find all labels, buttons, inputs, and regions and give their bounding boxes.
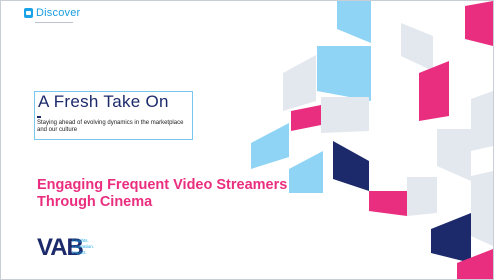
shape-grey-mid bbox=[283, 55, 316, 111]
shape-grey-bottom-mid bbox=[407, 177, 437, 216]
shape-grey-center bbox=[321, 97, 369, 133]
discover-icon bbox=[24, 8, 33, 18]
shape-navy-bottom bbox=[431, 213, 471, 263]
tagline-line-3: Impact. bbox=[72, 250, 87, 255]
shape-lightblue-center bbox=[251, 123, 289, 169]
shape-grey-lower-right bbox=[437, 129, 471, 181]
shape-navy-center bbox=[333, 141, 369, 191]
shape-grey-top-right bbox=[401, 23, 433, 71]
discover-underline bbox=[35, 22, 73, 23]
shape-grey-right-mid bbox=[471, 91, 493, 151]
fresh-take-title: A Fresh Take On bbox=[38, 92, 169, 111]
shape-lightblue-top bbox=[337, 1, 371, 43]
vab-tagline: Insights. Inspiration. Impact. bbox=[72, 238, 94, 256]
shape-lightblue-mid bbox=[317, 46, 371, 101]
shape-grey-bottom-right bbox=[471, 171, 493, 246]
fresh-take-subtitle: Staying ahead of evolving dynamics in th… bbox=[37, 120, 184, 133]
discover-text: Discover bbox=[36, 7, 81, 19]
slide: Discover A Fresh Take On Staying ahead o… bbox=[0, 0, 494, 280]
title-box: A Fresh Take On Staying ahead of evolvin… bbox=[34, 91, 193, 140]
shape-lightblue-lower bbox=[289, 151, 323, 193]
title-cursor bbox=[37, 116, 41, 118]
discover-label: Discover bbox=[24, 7, 80, 19]
shape-pink-lower bbox=[369, 191, 407, 216]
shape-pink-small bbox=[291, 105, 321, 131]
shape-pink-top-right bbox=[465, 1, 493, 46]
shape-pink-mid bbox=[419, 61, 449, 121]
headline: Engaging Frequent Video Streamers Throug… bbox=[37, 177, 288, 210]
